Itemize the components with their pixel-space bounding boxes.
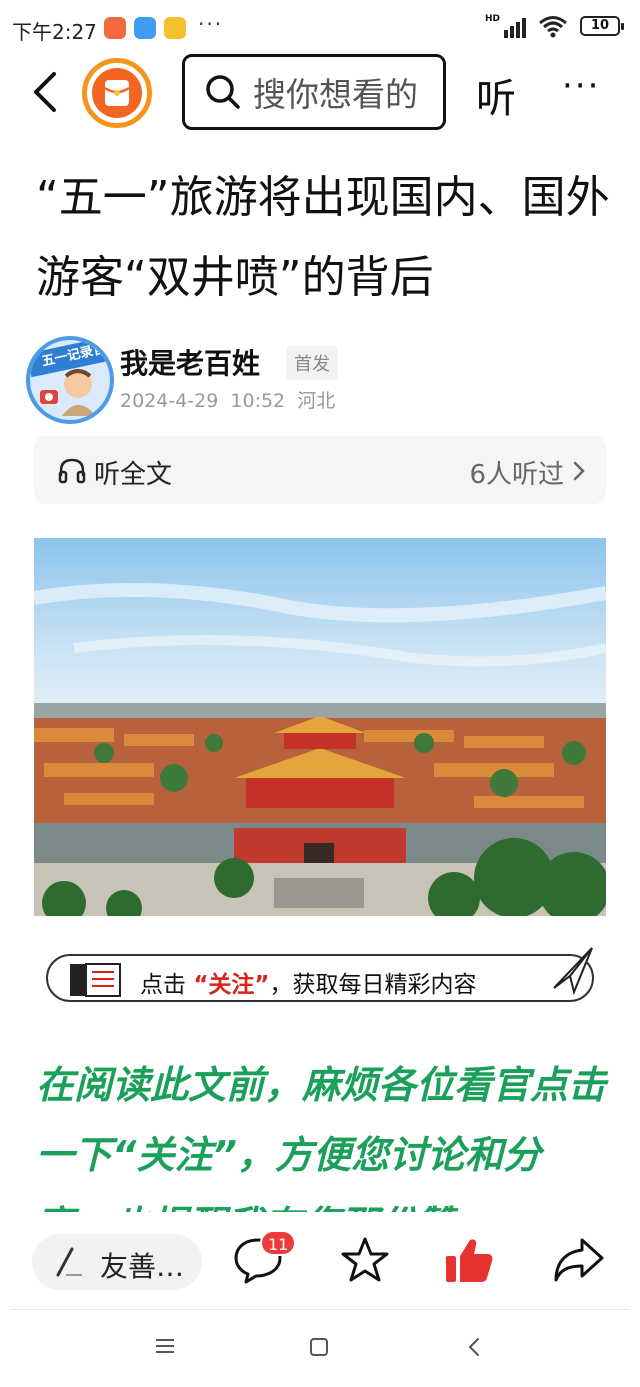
status-bar: 下午2:27 ··· HD 10 — [0, 0, 640, 56]
favorite-star-icon[interactable] — [340, 1236, 390, 1284]
more-options-button[interactable]: ··· — [562, 66, 600, 106]
wifi-icon — [539, 16, 567, 38]
search-icon — [206, 75, 240, 109]
like-thumb-icon[interactable] — [444, 1236, 494, 1286]
follow-text: 点击 “关注”，获取每日精彩内容 — [140, 972, 477, 998]
back-icon[interactable] — [26, 70, 66, 114]
back-nav-icon[interactable] — [466, 1336, 482, 1358]
status-time: 下午2:27 — [12, 20, 97, 44]
comment-count-badge: 11 — [260, 1230, 297, 1256]
search-input[interactable]: 搜你想看的 — [182, 54, 446, 130]
publish-meta: 2024-4-29 10:52 河北 — [120, 386, 335, 413]
headphone-icon — [58, 458, 86, 484]
cellular-signal-icon: HD — [485, 14, 526, 38]
follow-prompt-banner[interactable]: 点击 “关注”，获取每日精彩内容 — [46, 947, 594, 1002]
publish-date: 2024-4-29 — [120, 390, 219, 412]
app-logo[interactable] — [82, 58, 152, 128]
article-hero-image[interactable] — [34, 538, 606, 916]
publish-location: 河北 — [297, 390, 336, 412]
divider — [10, 1309, 630, 1310]
more-notifications-icon: ··· — [198, 12, 224, 36]
first-publish-badge: 首发 — [286, 346, 338, 380]
book-icon — [70, 963, 121, 997]
battery-icon: 10 — [580, 16, 624, 36]
top-nav-bar: 搜你想看的 听 ··· — [0, 52, 640, 132]
search-placeholder: 搜你想看的 — [253, 75, 418, 114]
red-envelope-icon — [104, 80, 130, 106]
comment-placeholder: 友善… — [100, 1250, 185, 1283]
comment-input[interactable]: 友善… — [32, 1234, 202, 1290]
author-avatar[interactable]: 五一记录官 — [26, 336, 114, 424]
avatar-illustration — [40, 369, 96, 416]
follow-highlight: “关注” — [193, 972, 270, 998]
notification-app-icon — [134, 17, 156, 39]
paper-plane-icon — [553, 947, 593, 996]
system-navigation-bar — [0, 1312, 640, 1387]
share-icon[interactable] — [552, 1236, 606, 1284]
menu-icon[interactable] — [154, 1336, 176, 1356]
home-icon[interactable] — [308, 1336, 330, 1358]
article-body-text: 在阅读此文前，麻烦各位看官点击一下“关注”，方便您讨论和分享，也提醒我有您那份赞 — [36, 1063, 607, 1212]
pen-icon — [56, 1247, 82, 1277]
listen-label: 听全文 — [94, 460, 173, 490]
listen-full-text-bar[interactable]: 听全文 6人听过 — [34, 436, 606, 504]
bottom-action-bar: 友善… 11 — [0, 1212, 640, 1312]
article-headline: “五一”旅游将出现国内、国外游客“双井喷”的背后 — [36, 172, 610, 303]
palace-photo — [34, 538, 606, 916]
notification-app-icon — [104, 17, 126, 39]
publish-time: 10:52 — [230, 390, 286, 412]
author-name[interactable]: 我是老百姓 — [120, 342, 260, 382]
notification-app-icon — [164, 17, 186, 39]
listen-count: 6人听过 — [469, 460, 564, 490]
listen-button[interactable]: 听 — [476, 66, 516, 124]
chevron-right-icon — [573, 461, 585, 481]
